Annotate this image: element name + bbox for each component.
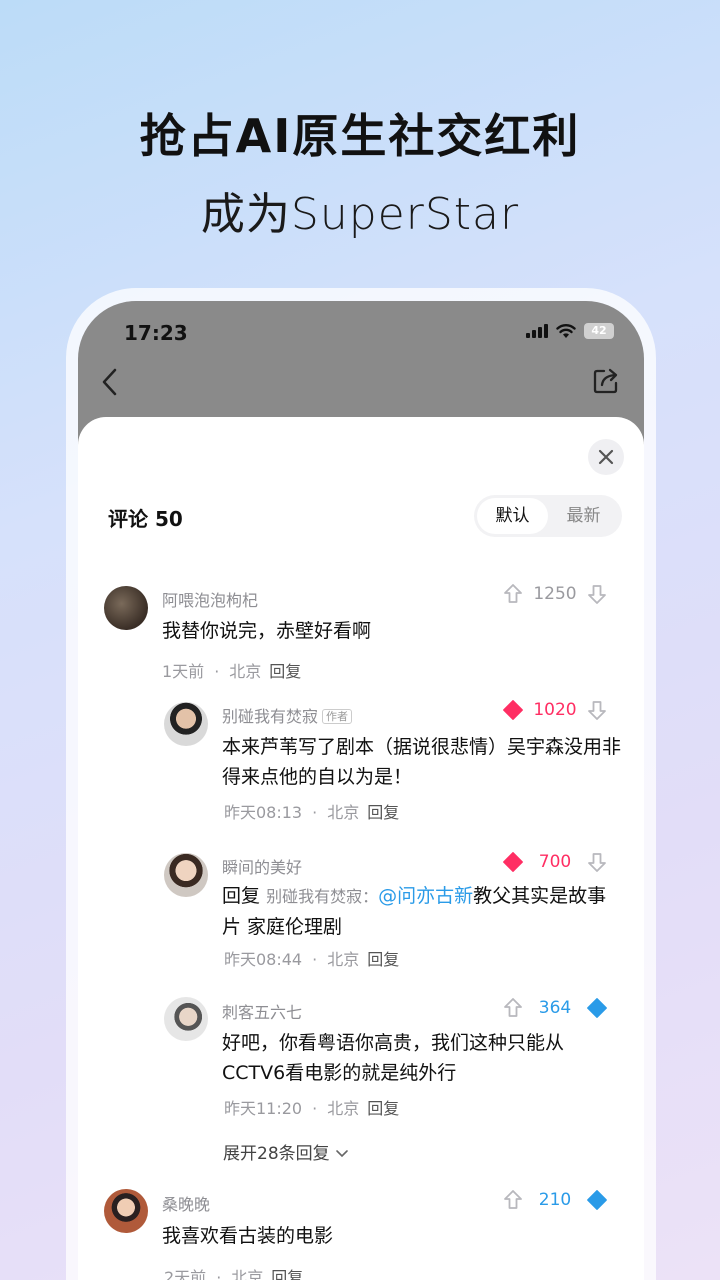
comment-meta: 1天前 · 北京 回复	[162, 662, 302, 681]
comment-item: 阿喂泡泡枸杞 我替你说完，赤壁好看啊 1天前 · 北京 回复 1250	[78, 583, 644, 683]
vote-count: 1250	[533, 584, 577, 604]
comment-meta: 昨天08:44 · 北京 回复	[224, 950, 400, 969]
comment-time: 1天前	[162, 662, 205, 681]
comment-author[interactable]: 桑晚晚	[162, 1191, 210, 1215]
vote-count: 1020	[533, 700, 577, 720]
upvote-icon[interactable]	[502, 997, 524, 1019]
comment-meta: 2天前 · 北京 回复	[164, 1264, 303, 1280]
comment-text[interactable]: 本来芦苇写了剧本（据说很悲情）吴宇森没用非得来点他的自以为是！	[222, 732, 622, 792]
comment-time: 昨天08:13	[224, 803, 303, 822]
tab-latest[interactable]: 最新	[548, 498, 619, 534]
comment-location: 北京	[229, 662, 262, 681]
comment-item: 桑晚晚 我喜欢看古装的电影 2天前 · 北京 回复 210	[78, 1189, 644, 1280]
mention-link[interactable]: @问亦古新	[378, 885, 473, 907]
phone-frame: 17:23 42 评论 50 默认 最新 阿喂泡泡枸杞 我替你说完，赤壁好看啊 …	[66, 288, 656, 1280]
vote-count: 364	[538, 998, 572, 1018]
reply-button[interactable]: 回复	[367, 950, 399, 969]
avatar[interactable]	[164, 853, 208, 897]
comment-location: 北京	[327, 1099, 360, 1118]
comment-meta: 昨天11:20 · 北京 回复	[224, 1099, 400, 1118]
vote-control: 1250	[502, 583, 608, 605]
comment-author[interactable]: 阿喂泡泡枸杞	[162, 587, 258, 611]
avatar[interactable]	[104, 1189, 148, 1233]
wifi-icon	[556, 324, 576, 338]
comment-text[interactable]: 好吧，你看粤语你高贵，我们这种只能从CCTV6看电影的就是纯外行	[222, 1028, 622, 1088]
comment-author[interactable]: 刺客五六七	[222, 999, 302, 1023]
reply-button[interactable]: 回复	[269, 662, 301, 681]
battery-icon: 42	[584, 323, 614, 339]
author-name: 别碰我有焚寂	[222, 707, 319, 726]
back-icon[interactable]	[100, 367, 120, 397]
comment-text[interactable]: 我喜欢看古装的电影	[162, 1221, 602, 1251]
status-time: 17:23	[124, 321, 188, 345]
comment-location: 北京	[327, 950, 360, 969]
comments-sheet: 评论 50 默认 最新 阿喂泡泡枸杞 我替你说完，赤壁好看啊 1天前 · 北京 回复 …	[78, 417, 644, 1280]
reply-item: 别碰我有焚寂 作者 本来芦苇写了剧本（据说很悲情）吴宇森没用非得来点他的自以为是！…	[78, 699, 644, 829]
avatar[interactable]	[104, 586, 148, 630]
comment-text[interactable]: 回复 别碰我有焚寂：@问亦古新教父其实是故事片 家庭伦理剧	[222, 881, 622, 942]
status-icons: 42	[526, 323, 614, 339]
reply-button[interactable]: 回复	[367, 803, 399, 822]
reply-prefix: 回复	[222, 885, 261, 907]
reply-button[interactable]: 回复	[367, 1099, 399, 1118]
expand-replies-button[interactable]: 展开28条回复	[223, 1139, 349, 1164]
expand-replies-label: 展开28条回复	[223, 1144, 330, 1164]
downvote-icon[interactable]	[586, 851, 608, 873]
chevron-down-icon	[336, 1150, 348, 1158]
downvote-icon[interactable]	[586, 583, 608, 605]
comment-author[interactable]: 瞬间的美好	[222, 854, 302, 878]
share-icon[interactable]	[592, 367, 620, 395]
comment-time: 昨天08:44	[224, 950, 303, 969]
reply-to-user[interactable]: 别碰我有焚寂	[266, 887, 362, 906]
comment-meta: 昨天08:13 · 北京 回复	[224, 803, 400, 822]
reply-button[interactable]: 回复	[271, 1268, 303, 1280]
downvote-icon[interactable]	[586, 997, 608, 1019]
promo-subline: 成为SuperStar	[200, 189, 520, 240]
upvote-icon[interactable]	[502, 699, 524, 721]
sort-tabs: 默认 最新	[474, 495, 622, 537]
reply-separator: ：	[362, 887, 379, 906]
vote-control: 210	[502, 1189, 608, 1211]
avatar[interactable]	[164, 702, 208, 746]
comment-location: 北京	[327, 803, 360, 822]
downvote-icon[interactable]	[586, 699, 608, 721]
downvote-icon[interactable]	[586, 1189, 608, 1211]
author-tag: 作者	[322, 709, 353, 724]
tab-default[interactable]: 默认	[477, 498, 548, 534]
comments-count-title: 评论 50	[108, 507, 183, 531]
phone-screen: 17:23 42 评论 50 默认 最新 阿喂泡泡枸杞 我替你说完，赤壁好看啊 …	[78, 301, 644, 1280]
reply-item: 瞬间的美好 回复 别碰我有焚寂：@问亦古新教父其实是故事片 家庭伦理剧 昨天08…	[78, 851, 644, 973]
upvote-icon[interactable]	[502, 1189, 524, 1211]
close-button[interactable]	[588, 439, 624, 475]
vote-count: 700	[538, 852, 572, 872]
comment-text[interactable]: 我替你说完，赤壁好看啊	[162, 616, 602, 646]
vote-count: 210	[538, 1190, 572, 1210]
comment-author[interactable]: 别碰我有焚寂 作者	[222, 703, 353, 727]
avatar[interactable]	[164, 997, 208, 1041]
vote-control: 700	[502, 851, 608, 873]
promo-headline: 抢占AI原生社交红利	[139, 109, 581, 163]
comment-time: 昨天11:20	[224, 1099, 303, 1118]
comment-time: 2天前	[164, 1268, 207, 1280]
signal-icon	[526, 324, 548, 338]
upvote-icon[interactable]	[502, 851, 524, 873]
comment-location: 北京	[231, 1268, 264, 1280]
reply-item: 刺客五六七 好吧，你看粤语你高贵，我们这种只能从CCTV6看电影的就是纯外行 昨…	[78, 997, 644, 1118]
vote-control: 1020	[502, 699, 608, 721]
vote-control: 364	[502, 997, 608, 1019]
upvote-icon[interactable]	[502, 583, 524, 605]
close-icon	[598, 449, 614, 465]
